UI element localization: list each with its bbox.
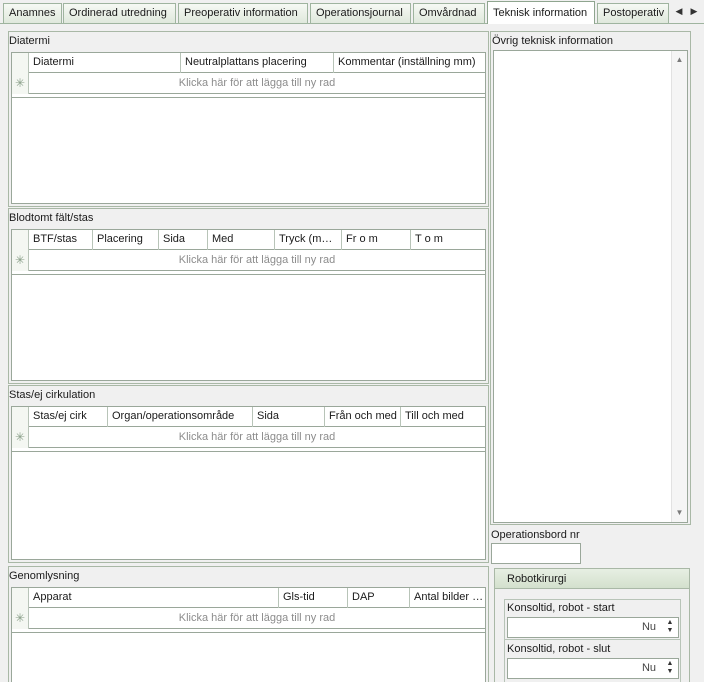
robot-start-value: Nu — [641, 621, 656, 633]
new-row-prompt[interactable]: Klicka här för att lägga till ny rad — [29, 427, 485, 448]
robot-start-label: Konsoltid, robot - start — [507, 602, 615, 614]
operationsbord-input[interactable] — [491, 543, 581, 564]
column-header-btf-stas[interactable]: BTF/stas — [29, 230, 93, 250]
new-row-prompt[interactable]: Klicka här för att lägga till ny rad — [29, 73, 485, 94]
new-row[interactable]: ✳ Klicka här för att lägga till ny rad — [12, 608, 485, 629]
column-header-tryck[interactable]: Tryck (m… — [275, 230, 342, 250]
column-header-antal-bilder[interactable]: Antal bilder … — [410, 588, 487, 608]
new-row-icon: ✳ — [12, 427, 29, 448]
stas-grid[interactable]: Stas/ej cirk Organ/operationsområde Sida… — [11, 406, 486, 560]
blodtomt-group: Blodtomt fält/stas BTF/stas Placering Si… — [8, 208, 489, 384]
grid-divider — [12, 632, 485, 633]
row-indicator-header — [12, 588, 29, 608]
new-row-icon: ✳ — [12, 73, 29, 94]
scroll-up-icon[interactable]: ▲ — [672, 53, 687, 67]
column-header-fran-och-med[interactable]: Från och med — [325, 407, 401, 427]
grid-divider — [12, 274, 485, 275]
ovrig-textarea[interactable]: ▲ ▼ — [493, 50, 688, 523]
robot-start-box: Konsoltid, robot - start Nu ▲ ▼ — [504, 599, 681, 641]
column-header-sida[interactable]: Sida — [253, 407, 325, 427]
robot-end-label: Konsoltid, robot - slut — [507, 643, 611, 655]
new-row[interactable]: ✳ Klicka här för att lägga till ny rad — [12, 73, 485, 94]
operationsbord-label: Operationsbord nr — [491, 529, 580, 541]
tab-bar: Anamnes Ordinerad utredning Preoperativ … — [0, 0, 704, 24]
robotkirurgi-header: Robotkirurgi — [495, 569, 689, 589]
robot-end-spinner[interactable]: ▲ ▼ — [664, 660, 676, 678]
new-row-icon: ✳ — [12, 608, 29, 629]
robot-start-input[interactable]: Nu ▲ ▼ — [507, 617, 679, 638]
diatermi-title: Diatermi — [9, 35, 50, 47]
tab-scroll-left-icon[interactable]: ◀ — [672, 3, 686, 19]
row-indicator-header — [12, 230, 29, 250]
column-header-apparat[interactable]: Apparat — [29, 588, 279, 608]
column-header-kommentar[interactable]: Kommentar (inställning mm) — [334, 53, 487, 73]
diatermi-grid[interactable]: Diatermi Neutralplattans placering Komme… — [11, 52, 486, 204]
tab-teknisk-information[interactable]: Teknisk information — [487, 1, 595, 24]
tab-anamnes[interactable]: Anamnes — [3, 3, 62, 23]
tab-postoperativ[interactable]: Postoperativ — [597, 3, 669, 23]
column-header-t-o-m[interactable]: T o m — [411, 230, 487, 250]
ovrig-group: Övrig teknisk information ▲ ▼ — [490, 31, 691, 525]
column-header-sida[interactable]: Sida — [159, 230, 208, 250]
column-header-neutralplattans-placering[interactable]: Neutralplattans placering — [181, 53, 334, 73]
tab-scroll-right-icon[interactable]: ▶ — [687, 3, 701, 19]
row-indicator-header — [12, 53, 29, 73]
stas-title: Stas/ej cirkulation — [9, 389, 96, 401]
column-header-organ-operationsomrade[interactable]: Organ/operationsområde — [108, 407, 253, 427]
column-header-placering[interactable]: Placering — [93, 230, 159, 250]
grid-divider — [12, 97, 485, 98]
column-header-med[interactable]: Med — [208, 230, 275, 250]
new-row-prompt[interactable]: Klicka här för att lägga till ny rad — [29, 608, 485, 629]
new-row-prompt[interactable]: Klicka här för att lägga till ny rad — [29, 250, 485, 271]
column-header-gls-tid[interactable]: Gls-tid — [279, 588, 348, 608]
new-row[interactable]: ✳ Klicka här för att lägga till ny rad — [12, 250, 485, 271]
column-header-fr-o-m[interactable]: Fr o m — [342, 230, 411, 250]
scroll-down-icon[interactable]: ▼ — [672, 506, 687, 520]
robot-end-box: Konsoltid, robot - slut Nu ▲ ▼ — [504, 639, 681, 682]
diatermi-group: Diatermi Diatermi Neutralplattans placer… — [8, 31, 489, 207]
column-header-dap[interactable]: DAP — [348, 588, 410, 608]
spin-up-icon[interactable]: ▲ — [664, 660, 676, 668]
spin-up-icon[interactable]: ▲ — [664, 619, 676, 627]
spin-down-icon[interactable]: ▼ — [664, 627, 676, 635]
genomlysning-grid[interactable]: Apparat Gls-tid DAP Antal bilder … ✳ Kli… — [11, 587, 486, 682]
new-row-icon: ✳ — [12, 250, 29, 271]
grid-header: Diatermi Neutralplattans placering Komme… — [12, 53, 485, 73]
grid-divider — [12, 451, 485, 452]
column-header-stas-ej-cirk[interactable]: Stas/ej cirk — [29, 407, 108, 427]
robotkirurgi-group: Robotkirurgi Konsoltid, robot - start Nu… — [494, 568, 690, 682]
genomlysning-title: Genomlysning — [9, 570, 80, 582]
tab-bar-divider — [0, 23, 704, 24]
grid-header: BTF/stas Placering Sida Med Tryck (m… Fr… — [12, 230, 485, 250]
ovrig-title: Övrig teknisk information — [492, 35, 614, 47]
tab-ordinerad-utredning[interactable]: Ordinerad utredning — [63, 3, 176, 23]
robot-start-spinner[interactable]: ▲ ▼ — [664, 619, 676, 637]
blodtomt-title: Blodtomt fält/stas — [9, 212, 94, 224]
grid-header: Stas/ej cirk Organ/operationsområde Sida… — [12, 407, 485, 427]
spin-down-icon[interactable]: ▼ — [664, 668, 676, 676]
tab-omvardnad[interactable]: Omvårdnad — [413, 3, 485, 23]
tab-operationsjournal[interactable]: Operationsjournal — [310, 3, 411, 23]
stas-group: Stas/ej cirkulation Stas/ej cirk Organ/o… — [8, 385, 489, 563]
row-indicator-header — [12, 407, 29, 427]
genomlysning-group: Genomlysning Apparat Gls-tid DAP Antal b… — [8, 566, 489, 682]
new-row[interactable]: ✳ Klicka här för att lägga till ny rad — [12, 427, 485, 448]
tab-preoperativ-information[interactable]: Preoperativ information — [178, 3, 308, 23]
ovrig-scrollbar[interactable]: ▲ ▼ — [671, 51, 687, 522]
robot-end-value: Nu — [641, 662, 656, 674]
column-header-till-och-med[interactable]: Till och med — [401, 407, 487, 427]
grid-header: Apparat Gls-tid DAP Antal bilder … — [12, 588, 485, 608]
blodtomt-grid[interactable]: BTF/stas Placering Sida Med Tryck (m… Fr… — [11, 229, 486, 381]
robot-end-input[interactable]: Nu ▲ ▼ — [507, 658, 679, 679]
column-header-diatermi[interactable]: Diatermi — [29, 53, 181, 73]
